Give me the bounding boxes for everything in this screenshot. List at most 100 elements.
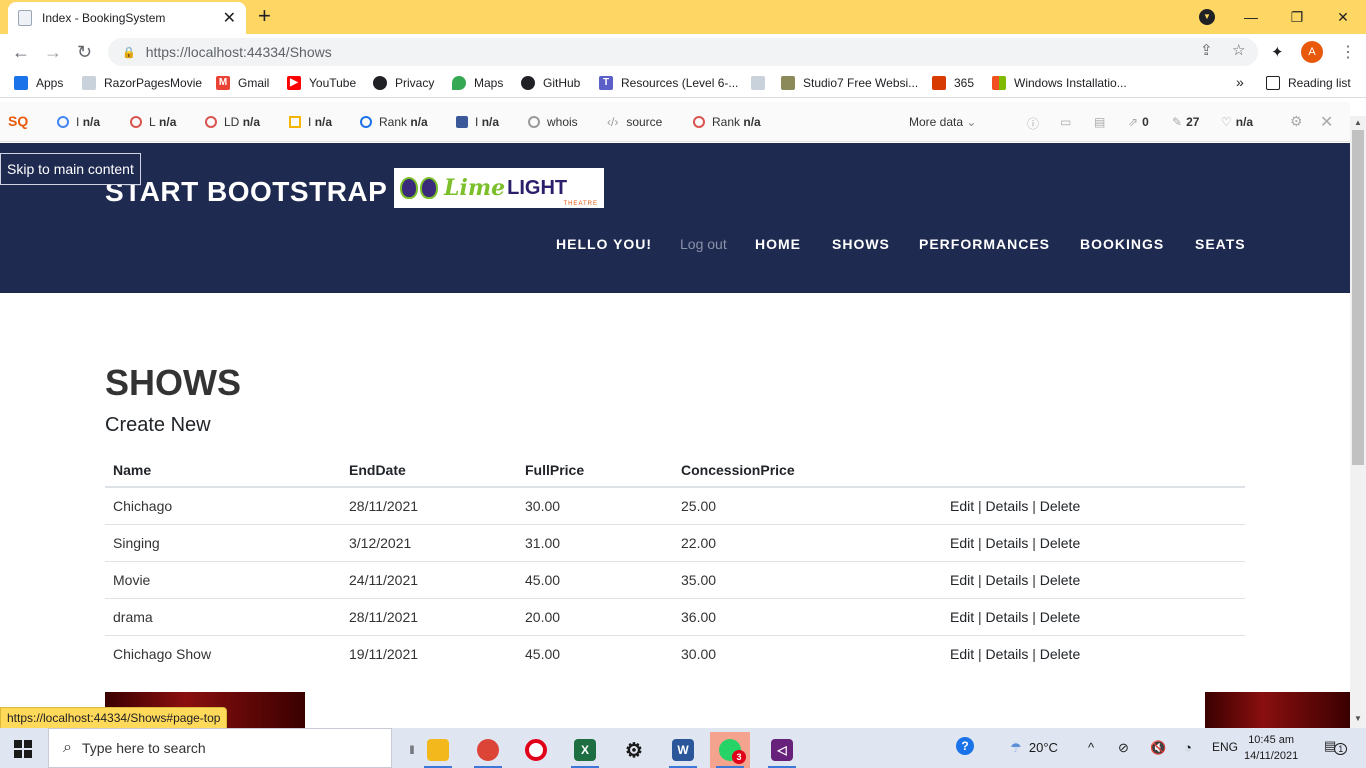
bookmark-page[interactable] bbox=[751, 76, 773, 90]
seo-alexa-rank[interactable]: Rank n/a bbox=[360, 115, 428, 129]
minimize-button[interactable]: — bbox=[1228, 0, 1274, 34]
info-icon[interactable]: ⓘ bbox=[1027, 115, 1039, 132]
whatsapp-taskbar-icon[interactable]: 3 bbox=[710, 732, 750, 768]
details-link[interactable]: Details bbox=[986, 609, 1029, 625]
excel-taskbar-icon[interactable]: X bbox=[565, 732, 605, 768]
bookmark-maps[interactable]: Maps bbox=[452, 76, 503, 90]
network-disconnected-icon[interactable]: ⊘ bbox=[1118, 740, 1129, 756]
restore-button[interactable]: ❐ bbox=[1274, 0, 1320, 34]
create-new-link[interactable]: Create New bbox=[105, 414, 211, 437]
edit-link[interactable]: Edit bbox=[950, 646, 974, 662]
nav-performances[interactable]: PERFORMANCES bbox=[919, 236, 1050, 252]
bookmark-windows-installation[interactable]: Windows Installatio... bbox=[992, 76, 1127, 90]
seoquake-logo-icon[interactable]: SQ bbox=[8, 113, 28, 129]
chrome-menu-icon[interactable]: ⋮ bbox=[1340, 42, 1356, 62]
edit-link[interactable]: Edit bbox=[950, 498, 974, 514]
external-links-count[interactable]: ⇗ 0 bbox=[1128, 115, 1149, 129]
input-language[interactable]: ENG bbox=[1212, 740, 1238, 754]
edit-link[interactable]: Edit bbox=[950, 535, 974, 551]
seo-whois[interactable]: whois bbox=[528, 115, 578, 129]
details-link[interactable]: Details bbox=[986, 572, 1029, 588]
scrollbar-thumb[interactable] bbox=[1352, 130, 1364, 465]
profile-avatar[interactable]: A bbox=[1301, 41, 1323, 63]
monitor-icon[interactable]: ▭ bbox=[1060, 115, 1071, 129]
bookmark-github[interactable]: GitHub bbox=[521, 76, 580, 90]
help-icon[interactable]: ? bbox=[956, 737, 974, 755]
nav-home[interactable]: HOME bbox=[755, 236, 801, 252]
nav-hello-user[interactable]: HELLO YOU! bbox=[556, 236, 652, 252]
close-tab-icon[interactable]: ✕ bbox=[223, 8, 236, 28]
bookmark-gmail[interactable]: M Gmail bbox=[216, 76, 269, 90]
wifi-icon[interactable]: ◔ bbox=[1184, 740, 1192, 755]
seo-linking-domains[interactable]: LD n/a bbox=[205, 115, 260, 129]
opera-taskbar-icon[interactable] bbox=[516, 732, 556, 768]
delete-link[interactable]: Delete bbox=[1040, 646, 1080, 662]
notifications-icon[interactable]: ▤ 1 bbox=[1324, 738, 1348, 755]
reload-icon[interactable]: ↻ bbox=[77, 41, 92, 63]
skip-to-main-link[interactable]: Skip to main content bbox=[0, 153, 141, 185]
seo-facebook[interactable]: I n/a bbox=[456, 115, 499, 129]
back-arrow-icon[interactable]: ← bbox=[12, 41, 30, 63]
edit-link[interactable]: Edit bbox=[950, 609, 974, 625]
delete-link[interactable]: Delete bbox=[1040, 535, 1080, 551]
table-row: drama 28/11/2021 20.00 36.00 Edit | Deta… bbox=[105, 598, 1245, 636]
nav-bookings[interactable]: BOOKINGS bbox=[1080, 236, 1164, 252]
bookmark-youtube[interactable]: ▶ YouTube bbox=[287, 76, 356, 90]
seo-rank[interactable]: Rank n/a bbox=[693, 115, 761, 129]
more-data-dropdown[interactable]: More data ⌄ bbox=[909, 115, 976, 129]
seo-google-index[interactable]: I n/a bbox=[57, 115, 100, 129]
new-tab-button[interactable]: + bbox=[258, 5, 271, 27]
limelight-logo[interactable]: Lime LIGHT THEATRE bbox=[394, 168, 604, 208]
pages-count[interactable]: ✎ 27 bbox=[1172, 115, 1199, 129]
system-clock[interactable]: 10:45 am 14/11/2021 bbox=[1244, 732, 1298, 764]
visual-studio-taskbar-icon[interactable]: ◁ bbox=[762, 732, 802, 768]
speaker-muted-icon[interactable]: 🔇 bbox=[1150, 740, 1166, 756]
bookmark-apps[interactable]: Apps bbox=[14, 76, 63, 90]
share-icon[interactable]: ⇪ bbox=[1200, 41, 1213, 59]
bookmark-star-icon[interactable]: ☆ bbox=[1232, 41, 1245, 59]
chrome-taskbar-icon[interactable] bbox=[468, 732, 508, 768]
taskbar-search-box[interactable]: ⌕ Type here to search bbox=[48, 728, 392, 768]
forward-arrow-icon[interactable]: → bbox=[44, 41, 62, 63]
file-explorer-icon[interactable] bbox=[418, 732, 458, 768]
site-brand[interactable]: START BOOTSTRAP bbox=[105, 176, 387, 208]
document-icon[interactable]: ▤ bbox=[1094, 115, 1105, 129]
details-link[interactable]: Details bbox=[986, 498, 1029, 514]
nav-seats[interactable]: SEATS bbox=[1195, 236, 1246, 252]
browser-tab[interactable]: Index - BookingSystem ✕ bbox=[8, 2, 246, 34]
show-hidden-icons-chevron-icon[interactable]: ^ bbox=[1088, 740, 1094, 755]
scroll-up-icon[interactable]: ▲ bbox=[1354, 118, 1362, 127]
bookmark-razorpagesmovie[interactable]: RazorPagesMovie bbox=[82, 76, 202, 90]
bookmark-privacy[interactable]: Privacy bbox=[373, 76, 434, 90]
address-bar[interactable]: 🔒 https://localhost:44334/Shows bbox=[108, 38, 1258, 66]
seo-links[interactable]: L n/a bbox=[130, 115, 176, 129]
bookmarks-overflow-button[interactable]: » bbox=[1236, 74, 1244, 90]
nav-logout[interactable]: Log out bbox=[680, 236, 727, 252]
bookmark-resources[interactable]: T Resources (Level 6-... bbox=[599, 76, 738, 90]
settings-gear-icon[interactable]: ⚙ bbox=[1290, 113, 1303, 130]
hearts-count[interactable]: ♡ n/a bbox=[1221, 115, 1253, 129]
lock-icon[interactable]: 🔒 bbox=[122, 46, 136, 59]
details-link[interactable]: Details bbox=[986, 535, 1029, 551]
windows-start-icon[interactable] bbox=[14, 740, 32, 758]
delete-link[interactable]: Delete bbox=[1040, 609, 1080, 625]
details-link[interactable]: Details bbox=[986, 646, 1029, 662]
bookmark-studio7[interactable]: Studio7 Free Websi... bbox=[781, 76, 918, 90]
extensions-puzzle-icon[interactable]: ✦ bbox=[1271, 43, 1284, 61]
word-taskbar-icon[interactable]: W bbox=[663, 732, 703, 768]
edit-link[interactable]: Edit bbox=[950, 572, 974, 588]
tab-search-icon[interactable]: ▼ bbox=[1199, 9, 1215, 25]
page-scrollbar[interactable]: ▲ ▼ bbox=[1350, 116, 1366, 728]
scroll-down-icon[interactable]: ▼ bbox=[1354, 714, 1362, 723]
delete-link[interactable]: Delete bbox=[1040, 572, 1080, 588]
settings-taskbar-icon[interactable]: ⚙ bbox=[614, 732, 654, 768]
seo-source[interactable]: ‹/› source bbox=[607, 115, 662, 129]
seo-bing-index[interactable]: I n/a bbox=[289, 115, 332, 129]
nav-shows[interactable]: SHOWS bbox=[832, 236, 890, 252]
delete-link[interactable]: Delete bbox=[1040, 498, 1080, 514]
bookmark-365[interactable]: 365 bbox=[932, 76, 974, 90]
reading-list-button[interactable]: Reading list bbox=[1266, 76, 1351, 90]
close-toolbar-icon[interactable]: ✕ bbox=[1320, 112, 1333, 132]
weather-widget[interactable]: ☂ 20°C bbox=[1010, 740, 1058, 756]
close-window-button[interactable]: ✕ bbox=[1320, 0, 1366, 34]
